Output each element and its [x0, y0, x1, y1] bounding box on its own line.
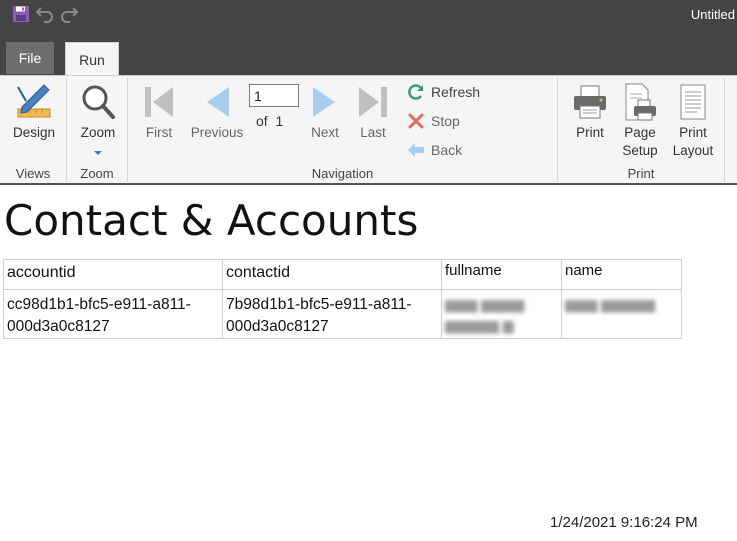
cell-name-redacted: ▆▆▆ ▆▆▆▆▆ — [561, 289, 682, 339]
page-count-text: of 1 — [256, 113, 283, 129]
magnifier-icon — [78, 80, 118, 124]
redacted-text: ▆▆▆ ▆▆▆▆ ▆▆▆▆▆ ▆ — [445, 296, 525, 333]
back-icon — [405, 140, 427, 160]
last-page-button[interactable]: Last — [352, 80, 394, 142]
ribbon-divider — [0, 183, 737, 185]
print-button[interactable]: Print — [568, 80, 612, 142]
chevron-down-icon[interactable] — [93, 144, 103, 162]
print-layout-label-line1: Print — [679, 125, 707, 140]
page-setup-button[interactable]: Page Setup — [618, 80, 662, 160]
first-label: First — [145, 125, 173, 140]
total-pages: 1 — [275, 113, 284, 129]
group-separator — [724, 78, 725, 182]
undo-icon[interactable] — [35, 4, 55, 24]
zoom-button[interactable]: Zoom — [76, 80, 120, 162]
save-icon[interactable] — [11, 4, 31, 24]
previous-page-icon — [197, 80, 237, 124]
print-label: Print — [576, 125, 604, 140]
back-button[interactable]: Back — [405, 139, 462, 161]
last-page-icon — [353, 80, 393, 124]
cell-fullname-redacted: ▆▆▆ ▆▆▆▆ ▆▆▆▆▆ ▆ — [441, 289, 562, 339]
first-page-icon — [139, 80, 179, 124]
refresh-label: Refresh — [431, 84, 481, 100]
views-group-label: Views — [15, 166, 51, 181]
accountid-line1: cc98d1b1-bfc5-e911-a811- — [7, 296, 191, 313]
table-header-row: accountid contactid fullname name — [3, 259, 682, 290]
page-setup-label-line1: Page — [624, 125, 656, 140]
navigation-group-label: Navigation — [311, 166, 374, 181]
report-title: Contact & Accounts — [4, 196, 419, 245]
column-header-name: name — [561, 259, 682, 290]
print-layout-button[interactable]: Print Layout — [670, 80, 716, 160]
design-label: Design — [12, 125, 56, 140]
design-icon — [14, 80, 54, 124]
refresh-icon — [405, 82, 427, 102]
back-label: Back — [431, 142, 463, 158]
next-page-button[interactable]: Next — [304, 80, 346, 142]
table-row: cc98d1b1-bfc5-e911-a811- 000d3a0c8127 7b… — [3, 289, 682, 339]
next-page-icon — [305, 80, 345, 124]
report-table: accountid contactid fullname name cc98d1… — [3, 259, 682, 339]
page-setup-label: Page Setup — [622, 124, 657, 160]
page-number-input[interactable] — [249, 84, 299, 107]
ribbon: Design Views Zoom Zoom First Previous of… — [0, 75, 737, 183]
title-bar: Untitled — [0, 0, 737, 42]
of-label: of — [256, 113, 268, 129]
column-header-contactid: contactid — [222, 259, 442, 290]
redacted-text: ▆▆▆ ▆▆▆▆▆ — [565, 296, 656, 312]
first-page-button[interactable]: First — [138, 80, 180, 142]
zoom-label: Zoom — [80, 125, 116, 140]
tab-run[interactable]: Run — [65, 42, 119, 76]
cell-accountid: cc98d1b1-bfc5-e911-a811- 000d3a0c8127 — [3, 289, 223, 339]
page-setup-icon — [620, 80, 660, 124]
contactid-line1: 7b98d1b1-bfc5-e911-a811- — [226, 296, 412, 313]
stop-icon — [405, 111, 427, 131]
refresh-button[interactable]: Refresh — [405, 81, 480, 103]
print-layout-icon — [673, 80, 713, 124]
stop-label: Stop — [431, 113, 460, 129]
print-layout-label: Print Layout — [673, 124, 714, 160]
contactid-line2: 000d3a0c8127 — [226, 318, 329, 335]
stop-button[interactable]: Stop — [405, 110, 460, 132]
next-label: Next — [311, 125, 339, 140]
print-group-label: Print — [627, 166, 655, 181]
accountid-line2: 000d3a0c8127 — [7, 318, 110, 335]
page-setup-label-line2: Setup — [622, 143, 658, 158]
column-header-fullname: fullname — [441, 259, 562, 290]
design-button[interactable]: Design — [10, 80, 58, 142]
previous-label: Previous — [190, 125, 244, 140]
print-layout-label-line2: Layout — [672, 143, 714, 158]
ribbon-tab-strip: File Run — [0, 42, 737, 76]
last-label: Last — [360, 125, 386, 140]
redo-icon[interactable] — [59, 4, 79, 24]
window-title: Untitled — [690, 7, 735, 22]
report-timestamp: 1/24/2021 9:16:24 PM — [550, 514, 698, 531]
tab-file[interactable]: File — [6, 42, 54, 74]
previous-page-button[interactable]: Previous — [188, 80, 246, 142]
zoom-group-label: Zoom — [80, 166, 114, 181]
column-header-accountid: accountid — [3, 259, 223, 290]
cell-contactid: 7b98d1b1-bfc5-e911-a811- 000d3a0c8127 — [222, 289, 442, 339]
printer-icon — [570, 80, 610, 124]
